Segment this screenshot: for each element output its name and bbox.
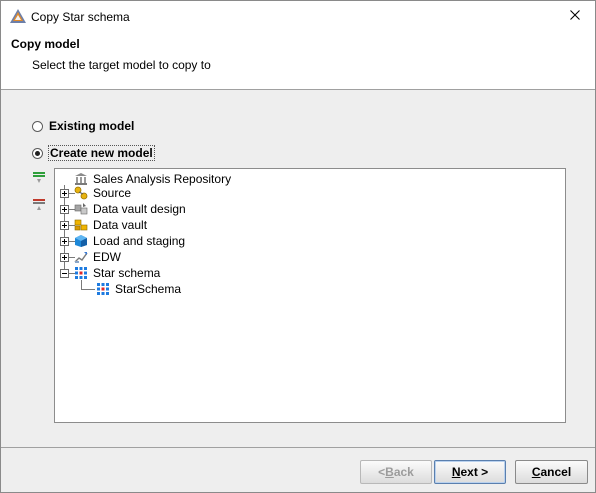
edw-icon (73, 249, 89, 265)
tree-item-data-vault[interactable]: Data vault (73, 217, 147, 233)
wizard-content: Existing model Create new model Sales An… (1, 90, 595, 447)
star-schema-model-icon (95, 281, 111, 297)
existing-model-label: Existing model (49, 119, 135, 133)
tree-item-starschema-model[interactable]: StarSchema (95, 281, 181, 297)
remove-model-button[interactable] (32, 198, 46, 212)
window-title: Copy Star schema (31, 10, 130, 24)
existing-model-option[interactable]: Existing model (32, 118, 134, 134)
close-button[interactable] (555, 1, 595, 31)
expand-toggle-data-vault[interactable] (60, 221, 69, 230)
tree-item-star-schema[interactable]: Star schema (73, 265, 160, 281)
tree-item-edw[interactable]: EDW (73, 249, 121, 265)
tree-item-label: Data vault (93, 218, 148, 232)
tree-item-label: Data vault design (93, 202, 186, 216)
expand-toggle-data-vault-design[interactable] (60, 205, 69, 214)
back-button-suffix: ack (393, 465, 414, 479)
tree-item-label: Source (93, 186, 132, 200)
create-new-model-radio[interactable] (32, 147, 43, 159)
next-button-mnemonic: N (451, 465, 461, 479)
page-subtitle: Select the target model to copy to (32, 58, 211, 72)
cancel-button[interactable]: Cancel (515, 460, 588, 484)
existing-model-radio[interactable] (32, 120, 43, 132)
expand-toggle-edw[interactable] (60, 253, 69, 262)
app-icon (10, 9, 26, 23)
back-button-mnemonic: B (385, 465, 394, 479)
tree-item-data-vault-design[interactable]: Data vault design (73, 201, 186, 217)
back-button-prefix: < (378, 465, 386, 479)
expand-toggle-source[interactable] (60, 189, 69, 198)
collapse-toggle-star-schema[interactable] (60, 269, 69, 278)
star-schema-icon (73, 265, 89, 281)
copy-dialog-window: Copy Star schema Copy model Select the t… (0, 0, 596, 493)
tree-item-label: EDW (93, 250, 121, 264)
title-bar: Copy Star schema (1, 1, 595, 31)
add-model-button[interactable] (32, 171, 46, 185)
create-new-model-option[interactable]: Create new model (32, 145, 155, 161)
wizard-footer: < Back Next > Cancel (1, 448, 595, 492)
source-icon (73, 185, 89, 201)
tree-item-label: Star schema (93, 266, 161, 280)
cancel-button-suffix: ancel (540, 465, 572, 479)
data-vault-icon (73, 217, 89, 233)
tree-item-load-and-staging[interactable]: Load and staging (73, 233, 185, 249)
data-vault-design-icon (73, 201, 89, 217)
page-title: Copy model (11, 37, 80, 51)
tree-connector (81, 289, 95, 290)
close-icon (570, 9, 580, 23)
wizard-header: Copy model Select the target model to co… (1, 31, 595, 89)
remove-model-icon (32, 199, 46, 215)
cancel-button-mnemonic: C (531, 465, 541, 479)
expand-toggle-load-staging[interactable] (60, 237, 69, 246)
load-staging-icon (73, 233, 89, 249)
tree-item-label: StarSchema (115, 282, 182, 296)
next-button-suffix: ext > (460, 465, 489, 479)
next-button[interactable]: Next > (434, 460, 506, 484)
back-button[interactable]: < Back (360, 460, 432, 484)
tree-connector (81, 280, 82, 289)
add-model-icon (32, 172, 46, 188)
model-tree[interactable]: Sales Analysis Repository Source Data va… (54, 168, 566, 423)
tree-item-source[interactable]: Source (73, 185, 131, 201)
tree-item-label: Load and staging (93, 234, 186, 248)
create-new-model-label: Create new model (48, 145, 155, 161)
